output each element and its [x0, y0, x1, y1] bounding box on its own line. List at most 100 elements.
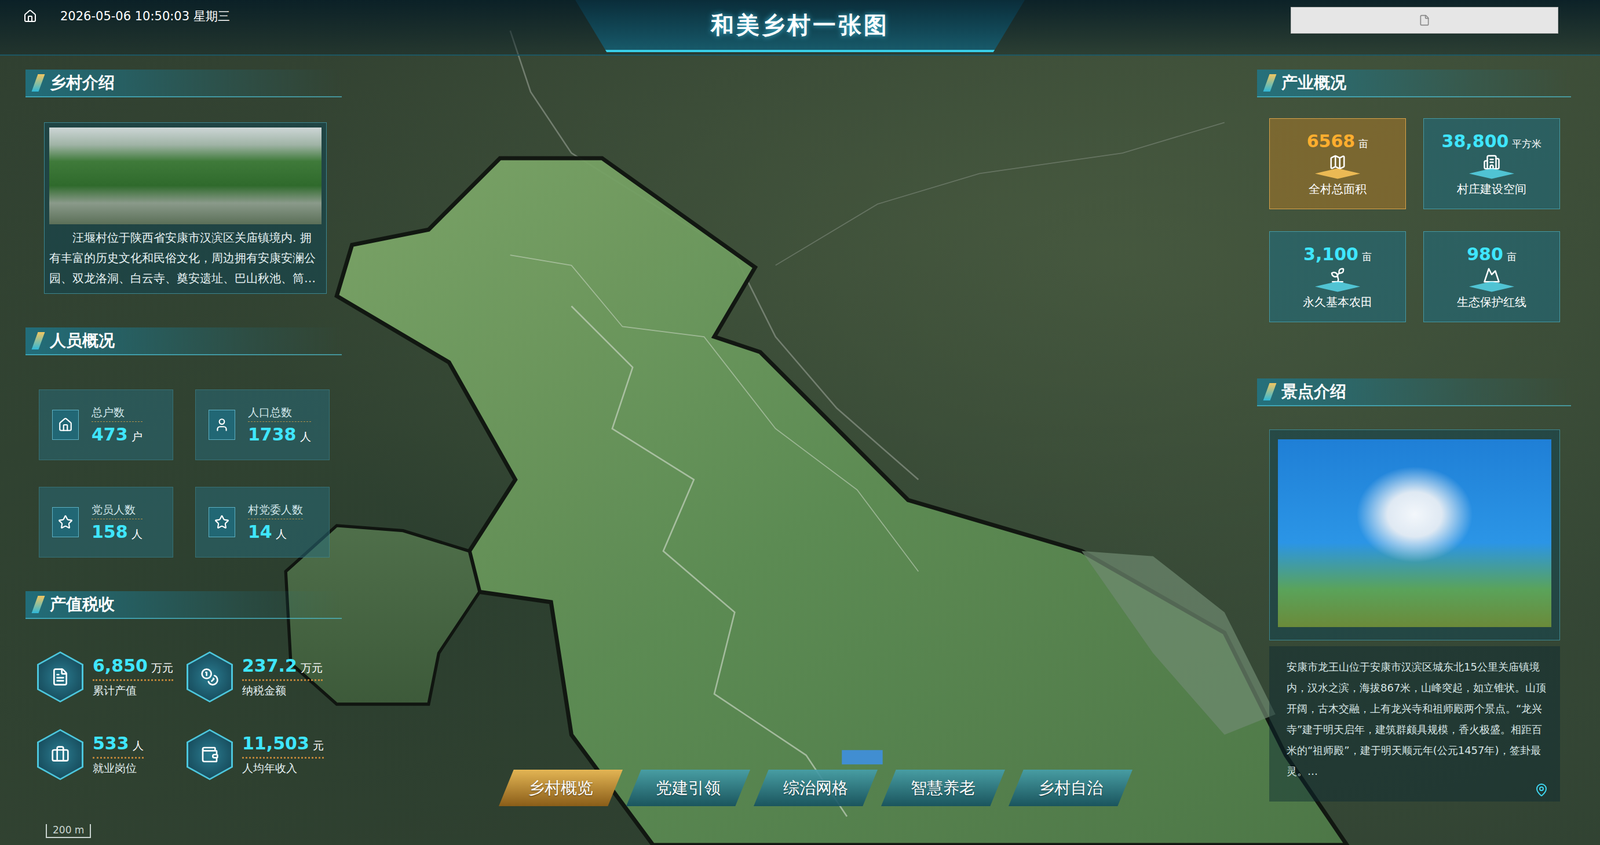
output-unit: 万元 [151, 660, 174, 676]
output-label: 纳税金额 [242, 682, 323, 699]
tile-unit: 亩 [1506, 250, 1517, 264]
section-header: 产业概况 [1257, 69, 1572, 98]
output-section: 产值税收6,850万元累计产值237.2万元纳税金额533人就业岗位11,503… [25, 590, 342, 780]
tile-unit: 亩 [1358, 137, 1369, 151]
search-box[interactable] [1290, 6, 1559, 34]
spot-photo [1277, 439, 1552, 627]
people-card: 村党委人数14人 [195, 486, 330, 558]
section-title: 景点介绍 [1281, 380, 1347, 403]
output-item: 237.2万元纳税金额 [186, 651, 336, 703]
section-title: 产业概况 [1281, 71, 1347, 94]
stat-label: 人口总数 [247, 404, 312, 422]
tile-value: 3,100 [1303, 243, 1359, 265]
header: 2026-05-06 10:50:03 星期三 和美乡村一张图 [0, 0, 1600, 56]
tile-value: 38,800 [1441, 130, 1510, 152]
home-icon[interactable] [23, 9, 38, 24]
coins-icon [200, 667, 219, 686]
output-item: 11,503元人均年收入 [186, 728, 336, 780]
house-icon [57, 417, 73, 433]
location-icon[interactable] [1534, 782, 1549, 797]
tab[interactable]: 乡村概览 [498, 769, 623, 806]
icon-platform [1314, 168, 1361, 180]
receipt-icon [50, 667, 70, 686]
section-title: 产值税收 [49, 593, 115, 616]
industry-tile[interactable]: 38,800平方米村庄建设空间 [1423, 118, 1561, 210]
land-icon [1328, 153, 1347, 171]
star-icon [214, 514, 230, 530]
section-badge [31, 331, 46, 350]
left-panel: 乡村介绍汪堰村位于陕西省安康市汉滨区关庙镇境内. 拥有丰富的历史文化和民俗文化，… [25, 69, 342, 845]
industry-tile[interactable]: 6568亩全村总面积 [1269, 118, 1406, 210]
icon-platform [1469, 281, 1515, 292]
spot-section: 景点介绍安康市龙王山位于安康市汉滨区城东北15公里关庙镇境内，汉水之滨，海拔86… [1257, 378, 1572, 802]
document-icon [1418, 14, 1431, 27]
title-plate: 和美乡村一张图 [575, 0, 1025, 53]
tab[interactable]: 党建引领 [626, 769, 751, 806]
output-label: 人均年收入 [242, 760, 324, 776]
spot-text: 安康市龙王山位于安康市汉滨区城东北15公里关庙镇境内，汉水之滨，海拔867米，山… [1286, 656, 1549, 782]
stat-value: 1738 [247, 424, 297, 445]
output-value: 11,503 [242, 732, 310, 754]
stat-label: 总户数 [91, 404, 143, 422]
section-badge [1263, 382, 1277, 401]
wallet-icon [200, 744, 219, 764]
stat-value: 14 [247, 521, 273, 542]
tab[interactable]: 乡村自治 [1008, 769, 1133, 806]
intro-card: 汪堰村位于陕西省安康市汉滨区关庙镇境内. 拥有丰富的历史文化和民俗文化，周边拥有… [44, 122, 327, 294]
section-header: 乡村介绍 [25, 69, 342, 98]
output-value: 237.2 [242, 655, 298, 676]
stat-unit: 人 [131, 526, 143, 542]
page-title: 和美乡村一张图 [710, 9, 890, 42]
map-scale: 200 m [45, 823, 91, 838]
output-value: 533 [92, 732, 130, 754]
tile-value: 6568 [1306, 130, 1356, 152]
intro-text: 汪堰村位于陕西省安康市汉滨区关庙镇境内. 拥有丰富的历史文化和民俗文化，周边拥有… [49, 227, 322, 289]
tab[interactable]: 智慧养老 [881, 769, 1006, 806]
tile-label: 村庄建设空间 [1456, 181, 1527, 197]
section-header: 产值税收 [25, 590, 342, 619]
icon-platform [1469, 168, 1515, 180]
briefcase-icon [50, 744, 70, 764]
section-badge [1263, 74, 1277, 92]
section-title: 乡村介绍 [49, 71, 115, 94]
output-unit: 万元 [300, 660, 323, 676]
output-item: 533人就业岗位 [37, 728, 187, 780]
stat-unit: 人 [275, 526, 287, 542]
output-value: 6,850 [92, 655, 148, 676]
output-label: 累计产值 [92, 682, 174, 699]
tile-label: 永久基本农田 [1302, 294, 1373, 310]
section-badge [31, 74, 46, 92]
stat-unit: 人 [300, 429, 312, 445]
building-icon [1482, 153, 1501, 171]
people-card: 总户数 473户 [38, 389, 174, 460]
star-icon [57, 514, 73, 530]
tile-label: 生态保护红线 [1456, 294, 1527, 310]
datetime: 2026-05-06 10:50:03 星期三 [60, 8, 230, 25]
output-item: 6,850万元累计产值 [37, 651, 187, 703]
tab[interactable]: 综治网格 [753, 769, 878, 806]
right-panel: 产业概况6568亩全村总面积38,800平方米村庄建设空间3,100亩永久基本农… [1257, 69, 1572, 845]
person-icon [214, 417, 230, 433]
industry-section: 产业概况6568亩全村总面积38,800平方米村庄建设空间3,100亩永久基本农… [1257, 69, 1572, 323]
industry-tile[interactable]: 980亩生态保护红线 [1423, 231, 1561, 323]
dashboard: 200 m 2026-05-06 10:50:03 星期三 和美乡村一张图乡村介绍汪… [0, 0, 1600, 845]
intro-section: 乡村介绍汪堰村位于陕西省安康市汉滨区关庙镇境内. 拥有丰富的历史文化和民俗文化，… [25, 69, 342, 294]
mountain-icon [1482, 266, 1501, 284]
output-label: 就业岗位 [92, 760, 144, 776]
tile-unit: 亩 [1361, 250, 1372, 264]
people-card: 人口总数 1738人 [195, 389, 330, 460]
section-header: 景点介绍 [1257, 378, 1572, 407]
stat-label: 村党委人数 [247, 502, 303, 520]
icon-platform [1314, 281, 1361, 292]
stat-value: 158 [91, 521, 129, 542]
stat-unit: 户 [131, 429, 143, 445]
section-header: 人员概况 [25, 327, 342, 356]
village-photo [49, 127, 322, 225]
stat-value: 473 [91, 424, 129, 445]
sprout-icon [1328, 266, 1347, 284]
industry-tile[interactable]: 3,100亩永久基本农田 [1269, 231, 1406, 323]
output-unit: 人 [132, 738, 144, 754]
tile-unit: 平方米 [1511, 137, 1542, 151]
tile-value: 980 [1466, 243, 1504, 265]
output-unit: 元 [312, 738, 324, 754]
